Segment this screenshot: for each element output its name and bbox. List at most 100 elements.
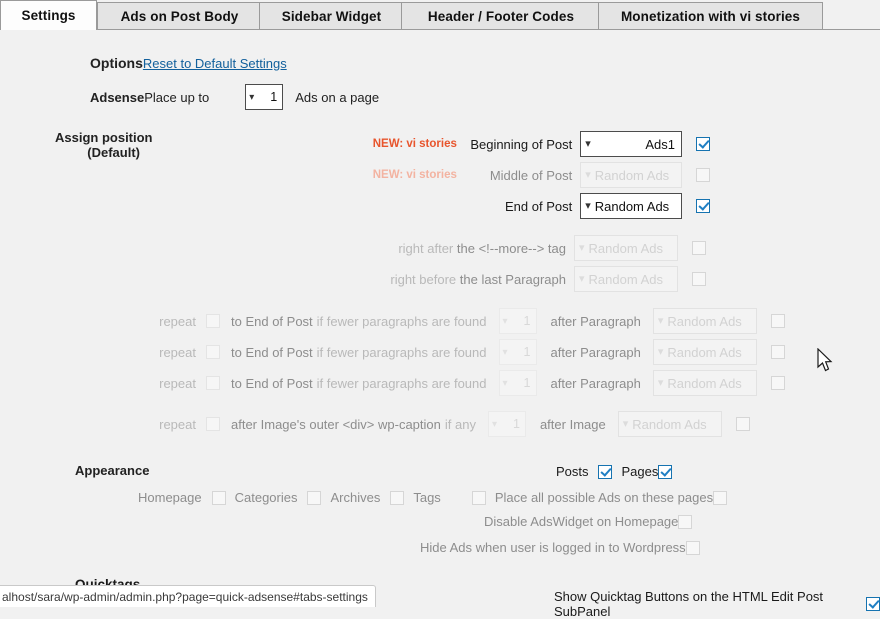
end-of-post-checkbox[interactable] xyxy=(696,199,710,213)
appearance-posts-pages-row: Posts Pages xyxy=(556,464,673,479)
hide-ads-logged-in-row: Hide Ads when user is logged in to Wordp… xyxy=(420,540,700,555)
beginning-of-post-checkbox[interactable] xyxy=(696,137,710,151)
after-image-checkbox[interactable] xyxy=(735,417,750,431)
archives-checkbox[interactable] xyxy=(390,490,405,505)
disable-adswidget-row: Disable AdsWidget on Homepage xyxy=(484,514,693,529)
position-label: Middle of Post xyxy=(489,167,573,183)
repeat-checkbox[interactable] xyxy=(206,345,220,359)
archives-label: Archives xyxy=(330,490,381,505)
ads-on-a-page-label: Ads on a page xyxy=(295,89,380,105)
adsense-label: Adsense xyxy=(90,89,145,105)
after-paragraph-ad-select: ▾ Random Ads xyxy=(652,339,757,365)
new-vi-stories-badge: NEW: vi stories xyxy=(372,138,457,150)
show-quicktag-label: Show Quicktag Buttons on the HTML Edit P… xyxy=(554,589,824,619)
chevron-down-icon: ▾ xyxy=(657,345,664,358)
categories-checkbox[interactable] xyxy=(307,490,322,505)
select-value: Random Ads xyxy=(588,271,663,287)
posts-checkbox[interactable] xyxy=(597,464,612,479)
select-value: Random Ads xyxy=(588,240,663,256)
after-paragraph-checkbox[interactable] xyxy=(770,345,785,359)
tab-ads-on-post-body[interactable]: Ads on Post Body xyxy=(97,2,262,29)
chevron-down-icon: ▾ xyxy=(249,91,255,103)
ads-per-page-stepper[interactable]: ▾ 1 xyxy=(245,84,284,110)
repeat-strong-text: to End of Post xyxy=(231,344,313,360)
repeat-label: repeat xyxy=(159,375,196,391)
before-last-paragraph-prefix: right before xyxy=(390,271,457,287)
repeat-checkbox[interactable] xyxy=(206,417,220,431)
middle-of-post-checkbox[interactable] xyxy=(696,168,710,182)
image-count-stepper[interactable]: ▾ 1 xyxy=(487,411,526,437)
categories-label: Categories xyxy=(234,490,298,505)
assign-position-title-line2: (Default) xyxy=(87,145,140,160)
paragraph-count-stepper[interactable]: ▾ 1 xyxy=(498,370,537,396)
after-more-tag-label: right after the <!--more--> tag xyxy=(330,241,566,256)
homepage-checkbox[interactable] xyxy=(211,490,226,505)
place-all-ads-label: Place all possible Ads on these pages xyxy=(494,490,714,505)
paragraph-count-value: 1 xyxy=(523,345,531,359)
appearance-heading: Appearance xyxy=(75,463,150,478)
disable-adswidget-checkbox[interactable] xyxy=(678,514,693,529)
select-value: Random Ads xyxy=(667,313,742,329)
after-image-label: after Image xyxy=(539,416,606,432)
posts-label: Posts xyxy=(556,464,589,479)
end-of-post-ad-select[interactable]: ▾ Random Ads xyxy=(580,193,682,219)
appearance-page-types-row: Homepage Categories Archives Tags Place … xyxy=(138,490,728,505)
tab-monetization-with-vi-stories[interactable]: Monetization with vi stories xyxy=(598,2,823,29)
repeat-row-1: repeat to End of Post if fewer paragraph… xyxy=(146,308,785,334)
ads-per-page-value: 1 xyxy=(270,90,278,104)
tab-sidebar-widget[interactable]: Sidebar Widget xyxy=(259,2,404,29)
reset-to-default-settings-link[interactable]: Reset to Default Settings xyxy=(143,56,287,71)
repeat-row-image: repeat after Image's outer <div> wp-capt… xyxy=(146,411,750,437)
repeat-checkbox[interactable] xyxy=(206,314,220,328)
repeat-tail-text: if fewer paragraphs are found xyxy=(316,313,487,329)
after-more-tag-prefix: right after xyxy=(398,240,454,256)
show-quicktag-checkbox[interactable] xyxy=(866,597,880,611)
tags-label: Tags xyxy=(413,490,441,505)
options-heading: Options xyxy=(90,55,143,71)
chevron-down-icon: ▾ xyxy=(657,376,664,389)
position-row-after-more-tag: right after the <!--more--> tag ▾ Random… xyxy=(330,235,710,261)
repeat-label: repeat xyxy=(159,416,196,432)
assign-position-title: Assign position (Default) xyxy=(55,130,195,160)
paragraph-count-stepper[interactable]: ▾ 1 xyxy=(498,308,537,334)
repeat-label: repeat xyxy=(159,313,196,329)
pages-checkbox[interactable] xyxy=(658,464,673,479)
paragraph-count-value: 1 xyxy=(523,376,531,390)
tab-label: Settings xyxy=(21,8,76,23)
tab-label: Header / Footer Codes xyxy=(427,8,575,24)
position-label: Beginning of Post xyxy=(470,136,573,152)
options-heading-row: Options Reset to Default Settings xyxy=(90,55,287,71)
after-more-tag-checkbox[interactable] xyxy=(692,241,706,255)
tab-header-footer-codes[interactable]: Header / Footer Codes xyxy=(401,2,601,29)
homepage-label: Homepage xyxy=(138,490,202,505)
after-paragraph-label: after Paragraph xyxy=(550,344,641,360)
tab-bar: Settings Ads on Post Body Sidebar Widget… xyxy=(0,0,880,30)
status-bar-url: alhost/sara/wp-admin/admin.php?page=quic… xyxy=(0,585,376,607)
chevron-down-icon: ▾ xyxy=(579,241,585,254)
after-more-tag-suffix: the <!--more--> tag xyxy=(456,240,566,256)
after-image-ad-select: ▾ Random Ads xyxy=(617,411,722,437)
place-up-to-label: Place up to xyxy=(144,89,210,105)
paragraph-count-stepper[interactable]: ▾ 1 xyxy=(498,339,537,365)
before-last-paragraph-ad-select: ▾ Random Ads xyxy=(574,266,678,292)
beginning-of-post-ad-select[interactable]: ▾ Ads1 xyxy=(580,131,682,157)
chevron-down-icon: ▾ xyxy=(657,314,664,327)
image-count-value: 1 xyxy=(513,417,520,431)
before-last-paragraph-suffix: the last Paragraph xyxy=(459,271,566,287)
after-more-tag-ad-select: ▾ Random Ads xyxy=(574,235,678,261)
repeat-strong-text: to End of Post xyxy=(231,375,313,391)
after-paragraph-checkbox[interactable] xyxy=(770,376,785,390)
after-paragraph-label: after Paragraph xyxy=(550,313,641,329)
place-all-ads-checkbox[interactable] xyxy=(471,490,486,505)
repeat-checkbox[interactable] xyxy=(206,376,220,390)
after-paragraph-ad-select: ▾ Random Ads xyxy=(652,308,757,334)
repeat-row-3: repeat to End of Post if fewer paragraph… xyxy=(146,370,785,396)
tab-settings[interactable]: Settings xyxy=(0,0,97,30)
chevron-down-icon: ▾ xyxy=(579,272,585,285)
chevron-down-icon: ▾ xyxy=(585,168,591,181)
after-paragraph-checkbox[interactable] xyxy=(770,314,785,328)
select-value: Random Ads xyxy=(667,375,742,391)
hide-ads-checkbox[interactable] xyxy=(685,540,700,555)
before-last-paragraph-checkbox[interactable] xyxy=(692,272,706,286)
place-all-ads-trailing-checkbox[interactable] xyxy=(713,490,728,505)
